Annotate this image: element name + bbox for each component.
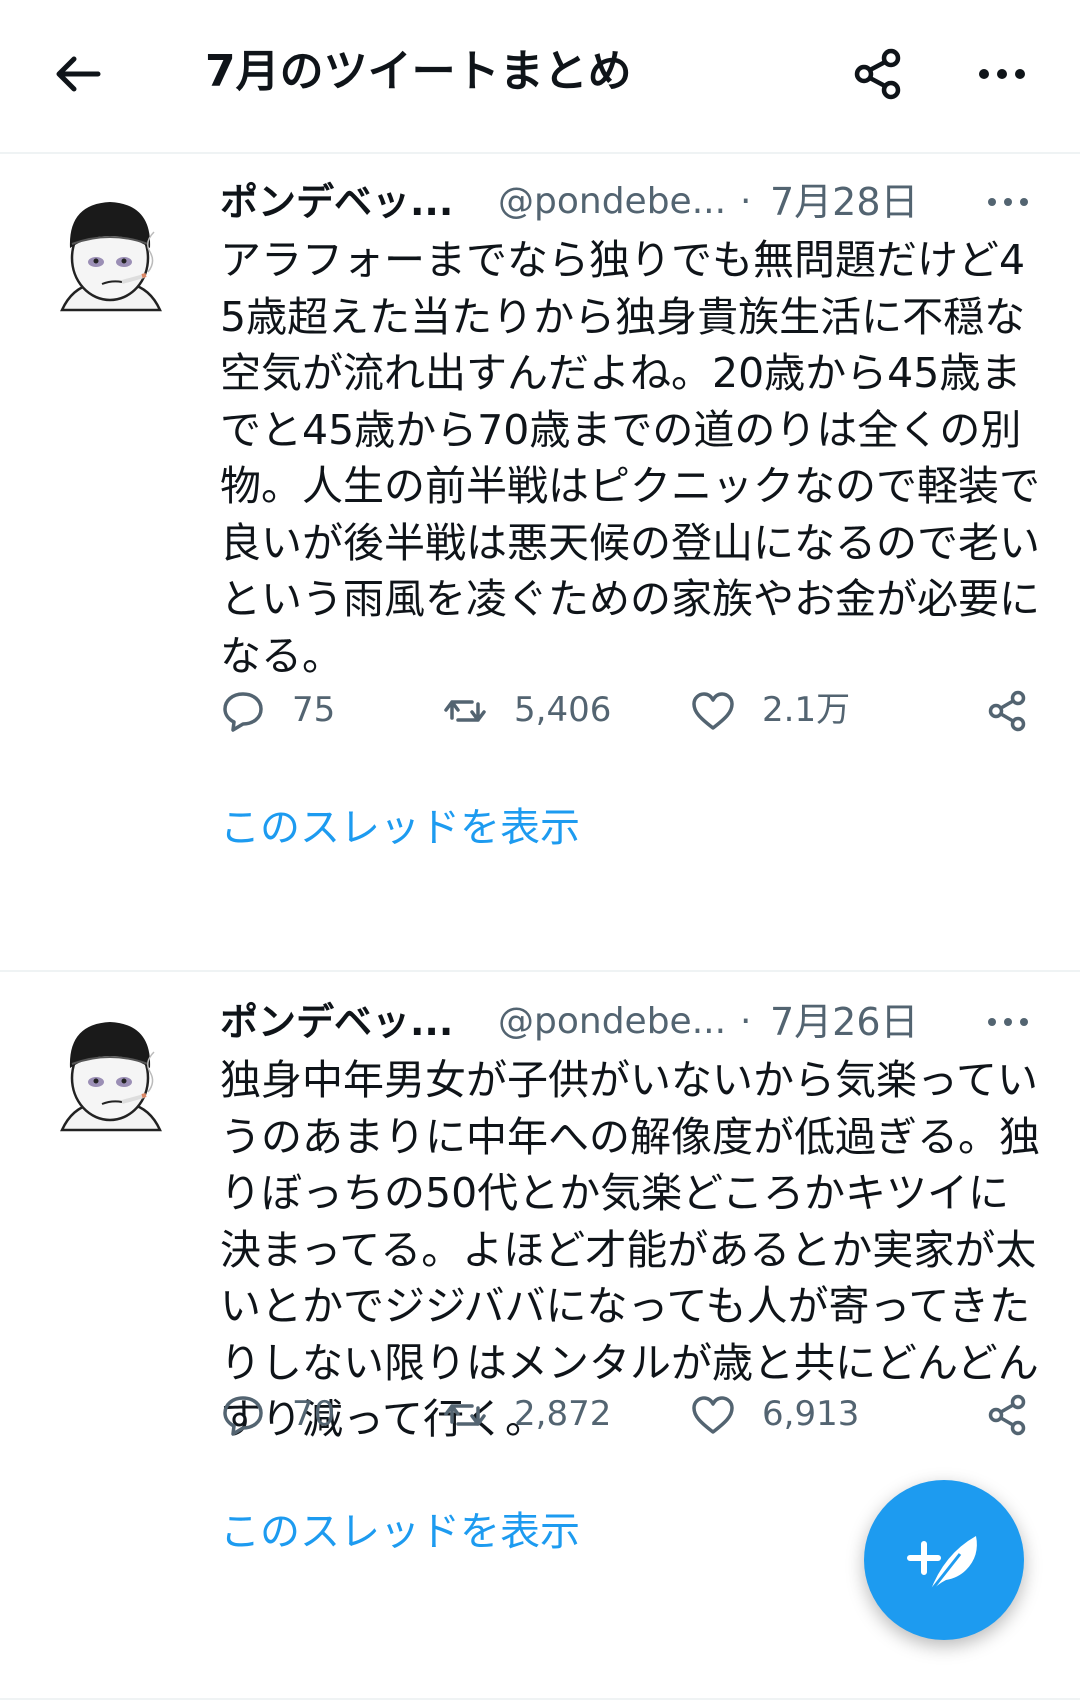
share-icon xyxy=(988,1394,1026,1436)
retweet-button[interactable]: 5,406 xyxy=(442,678,622,742)
like-count: 6,913 xyxy=(762,1394,860,1434)
share-icon xyxy=(854,48,901,100)
more-options-button[interactable] xyxy=(972,44,1032,104)
heart-icon xyxy=(692,1396,734,1434)
reply-count: 70 xyxy=(292,1394,336,1434)
compose-feather-icon xyxy=(907,1536,977,1593)
share-icon xyxy=(988,690,1026,732)
tweet-date[interactable]: 7月28日 xyxy=(770,172,919,232)
display-name[interactable]: ポンデベッ... xyxy=(220,992,453,1052)
arrow-left-icon xyxy=(56,56,101,92)
more-horizontal-icon xyxy=(988,198,1028,206)
tweet-share-button[interactable] xyxy=(984,678,1044,742)
show-thread-link[interactable]: このスレッドを表示 xyxy=(220,798,580,858)
more-horizontal-icon xyxy=(988,1018,1028,1026)
top-app-bar: 7月のツイートまとめ xyxy=(0,0,1080,154)
tweet-date[interactable]: 7月26日 xyxy=(770,992,919,1052)
reply-button[interactable]: 75 xyxy=(220,678,370,742)
like-button[interactable]: 2.1万 xyxy=(690,678,870,742)
back-button[interactable] xyxy=(48,44,108,104)
tweet-more-button[interactable] xyxy=(980,996,1036,1048)
tweet-share-button[interactable] xyxy=(984,1382,1044,1446)
separator-dot: · xyxy=(740,181,752,222)
avatar-illustration xyxy=(60,1022,162,1132)
page-title: 7月のツイートまとめ xyxy=(205,46,632,97)
retweet-icon xyxy=(444,700,486,722)
retweet-count: 5,406 xyxy=(514,690,612,730)
avatar-illustration xyxy=(60,202,162,312)
reply-button[interactable]: 70 xyxy=(220,1382,370,1446)
tweet-header: ポンデベッ... @pondebe... · 7月28日 xyxy=(220,172,1080,232)
heart-icon xyxy=(692,692,734,730)
separator-dot: · xyxy=(740,1001,752,1042)
retweet-icon xyxy=(444,1404,486,1426)
user-handle[interactable]: @pondebe... xyxy=(498,992,726,1052)
tweet-actions: 75 5,406 2.1万 xyxy=(220,678,1050,742)
like-count: 2.1万 xyxy=(762,690,851,730)
reply-count: 75 xyxy=(292,690,336,730)
tweet-divider xyxy=(0,1698,1080,1700)
show-thread-link[interactable]: このスレッドを表示 xyxy=(220,1502,580,1562)
user-handle[interactable]: @pondebe... xyxy=(498,172,726,232)
more-horizontal-icon xyxy=(979,69,1025,79)
tweet-actions: 70 2,872 6,913 xyxy=(220,1382,1050,1446)
reply-icon xyxy=(223,692,263,732)
compose-tweet-button[interactable] xyxy=(864,1480,1024,1640)
tweet-more-button[interactable] xyxy=(980,176,1036,228)
tweet-1[interactable]: ポンデベッ... @pondebe... · 7月28日 アラフォーまでなら独り… xyxy=(0,152,1080,970)
retweet-count: 2,872 xyxy=(514,1394,612,1434)
tweet-header: ポンデベッ... @pondebe... · 7月26日 xyxy=(220,992,1080,1052)
avatar[interactable] xyxy=(52,192,170,322)
retweet-button[interactable]: 2,872 xyxy=(442,1382,622,1446)
avatar[interactable] xyxy=(52,1012,170,1142)
like-button[interactable]: 6,913 xyxy=(690,1382,870,1446)
share-button[interactable] xyxy=(848,44,908,104)
tweet-text: アラフォーまでなら独りでも無問題だけど45歳超えた当たりから独身貴族生活に不穏な… xyxy=(220,236,1040,680)
display-name[interactable]: ポンデベッ... xyxy=(220,172,453,232)
reply-icon xyxy=(223,1396,263,1436)
